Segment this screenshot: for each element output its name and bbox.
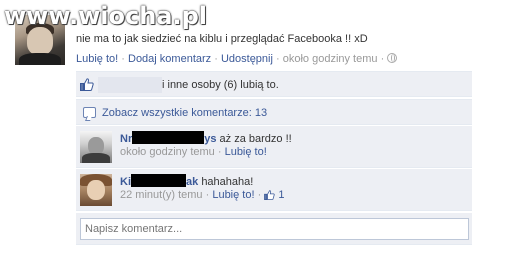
comment-timestamp[interactable]: 22 minut(y) temu <box>120 189 203 201</box>
redaction-bar <box>131 174 186 187</box>
comment-body: hahahaha! <box>201 176 254 188</box>
comment-composer <box>76 213 472 245</box>
globe-icon <box>387 53 398 63</box>
add-comment-link[interactable]: Dodaj komentarz <box>128 53 211 65</box>
view-all-comments[interactable]: Zobacz wszystkie komentarze: 13 <box>76 99 472 125</box>
blurred-names <box>98 77 162 93</box>
post-like-link[interactable]: Lubię to! <box>76 53 118 65</box>
comment-bubble-icon <box>83 107 96 118</box>
feedback-box: i inne osoby (6) lubią to. Zobacz wszyst… <box>76 71 472 245</box>
post-actions: Lubię to! · Dodaj komentarz · Udostępnij… <box>76 53 398 65</box>
comment-line: Nr ys aż za bardzo !! <box>120 131 292 145</box>
post-message: nie ma to jak siedzieć na kiblu i przegl… <box>76 33 368 45</box>
view-all-comments-link[interactable]: Zobacz wszystkie komentarze: 13 <box>102 107 267 119</box>
thumbs-up-icon <box>80 78 94 91</box>
comment-timestamp[interactable]: około godziny temu <box>120 146 215 158</box>
comment-like-link[interactable]: Lubię to! <box>212 189 254 201</box>
post-timestamp[interactable]: około godziny temu <box>283 53 378 65</box>
commenter-avatar[interactable] <box>80 131 112 163</box>
post-author-avatar[interactable] <box>15 15 65 65</box>
separator: · <box>214 53 218 65</box>
commenter-name[interactable]: Nr ys <box>120 131 216 145</box>
comment-like-link[interactable]: Lubię to! <box>225 146 267 158</box>
likes-text[interactable]: i inne osoby (6) lubią to. <box>162 79 279 91</box>
comment-item: Ki ak hahahaha! 22 minut(y) temu · Lubię … <box>76 169 472 211</box>
comment-meta: około godziny temu · Lubię to! <box>120 146 267 158</box>
separator: · <box>276 53 280 65</box>
commenter-avatar[interactable] <box>80 174 112 206</box>
separator: · <box>380 53 385 65</box>
separator: · <box>121 53 125 65</box>
share-link[interactable]: Udostępnij <box>221 53 273 65</box>
thumbs-up-icon <box>264 190 275 200</box>
comment-input[interactable] <box>80 218 469 240</box>
redaction-bar <box>132 131 205 144</box>
likes-summary: i inne osoby (6) lubią to. <box>76 71 472 97</box>
comment-line: Ki ak hahahaha! <box>120 174 253 188</box>
comment-like-count[interactable]: 1 <box>278 189 284 201</box>
commenter-name[interactable]: Ki ak <box>120 174 198 188</box>
comment-meta: 22 minut(y) temu · Lubię to! · 1 <box>120 189 285 201</box>
comment-body: aż za bardzo !! <box>219 133 292 145</box>
comment-item: Nr ys aż za bardzo !! około godziny temu … <box>76 126 472 168</box>
